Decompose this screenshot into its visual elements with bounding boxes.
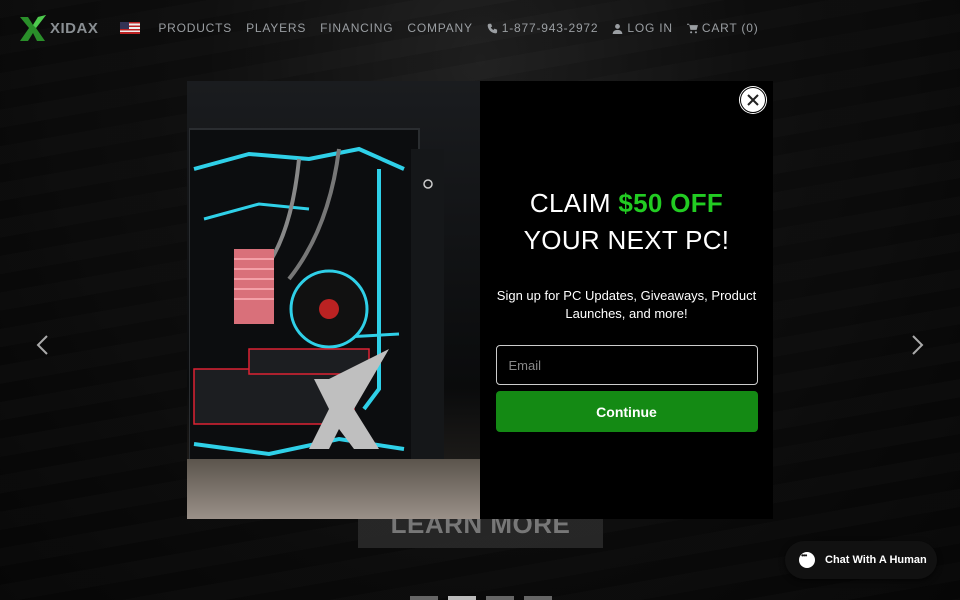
signup-modal: CLAIM $50 OFF YOUR NEXT PC! Sign up for … bbox=[187, 81, 773, 519]
chat-widget-button[interactable]: Chat With A Human bbox=[785, 541, 937, 579]
nav-login[interactable]: LOG IN bbox=[612, 21, 672, 35]
close-icon bbox=[747, 94, 759, 106]
phone-number: 1-877-943-2972 bbox=[501, 21, 599, 35]
main-nav: PRODUCTS PLAYERS FINANCING COMPANY 1-877… bbox=[158, 21, 758, 35]
carousel-prev-button[interactable] bbox=[32, 333, 54, 357]
modal-headline: CLAIM $50 OFF YOUR NEXT PC! bbox=[524, 185, 730, 259]
chat-bubble-icon bbox=[799, 551, 815, 568]
email-field[interactable] bbox=[495, 345, 758, 385]
nav-players[interactable]: PLAYERS bbox=[246, 21, 306, 35]
carousel-dot[interactable] bbox=[524, 596, 552, 600]
us-flag-icon[interactable] bbox=[120, 22, 141, 34]
cart-icon bbox=[686, 23, 698, 33]
gaming-pc-image bbox=[187, 81, 480, 519]
carousel-dot[interactable] bbox=[486, 596, 514, 600]
carousel-next-button[interactable] bbox=[906, 333, 928, 357]
phone-icon bbox=[487, 23, 497, 33]
pc-case-illustration bbox=[189, 128, 444, 480]
chat-label: Chat With A Human bbox=[825, 554, 927, 566]
login-label: LOG IN bbox=[627, 21, 673, 35]
headline-pre: CLAIM bbox=[529, 188, 619, 218]
nav-phone[interactable]: 1-877-943-2972 bbox=[487, 21, 599, 35]
carousel-dots bbox=[410, 596, 552, 600]
modal-form-panel: CLAIM $50 OFF YOUR NEXT PC! Sign up for … bbox=[480, 81, 773, 519]
desk-surface bbox=[187, 459, 480, 519]
logo-text: XIDAX bbox=[50, 19, 99, 37]
nav-cart[interactable]: CART (0) bbox=[686, 21, 759, 35]
modal-subtext: Sign up for PC Updates, Giveaways, Produ… bbox=[496, 288, 757, 321]
nav-company[interactable]: COMPANY bbox=[407, 21, 472, 35]
carousel-dot-active[interactable] bbox=[448, 596, 476, 600]
cart-label: CART (0) bbox=[701, 21, 759, 35]
site-header: XIDAX PRODUCTS PLAYERS FINANCING COMPANY… bbox=[0, 0, 960, 56]
carousel-dot[interactable] bbox=[410, 596, 438, 600]
headline-line2: YOUR NEXT PC! bbox=[523, 225, 730, 255]
user-icon bbox=[613, 23, 623, 34]
logo[interactable]: XIDAX bbox=[18, 13, 98, 43]
nav-financing[interactable]: FINANCING bbox=[320, 21, 393, 35]
nav-products[interactable]: PRODUCTS bbox=[158, 21, 232, 35]
chevron-right-icon bbox=[912, 335, 924, 355]
chevron-left-icon bbox=[36, 335, 48, 355]
continue-button[interactable]: Continue bbox=[495, 391, 758, 432]
close-modal-button[interactable] bbox=[740, 87, 766, 113]
headline-discount: $50 OFF bbox=[618, 188, 724, 218]
xidax-logo-icon bbox=[20, 15, 46, 41]
